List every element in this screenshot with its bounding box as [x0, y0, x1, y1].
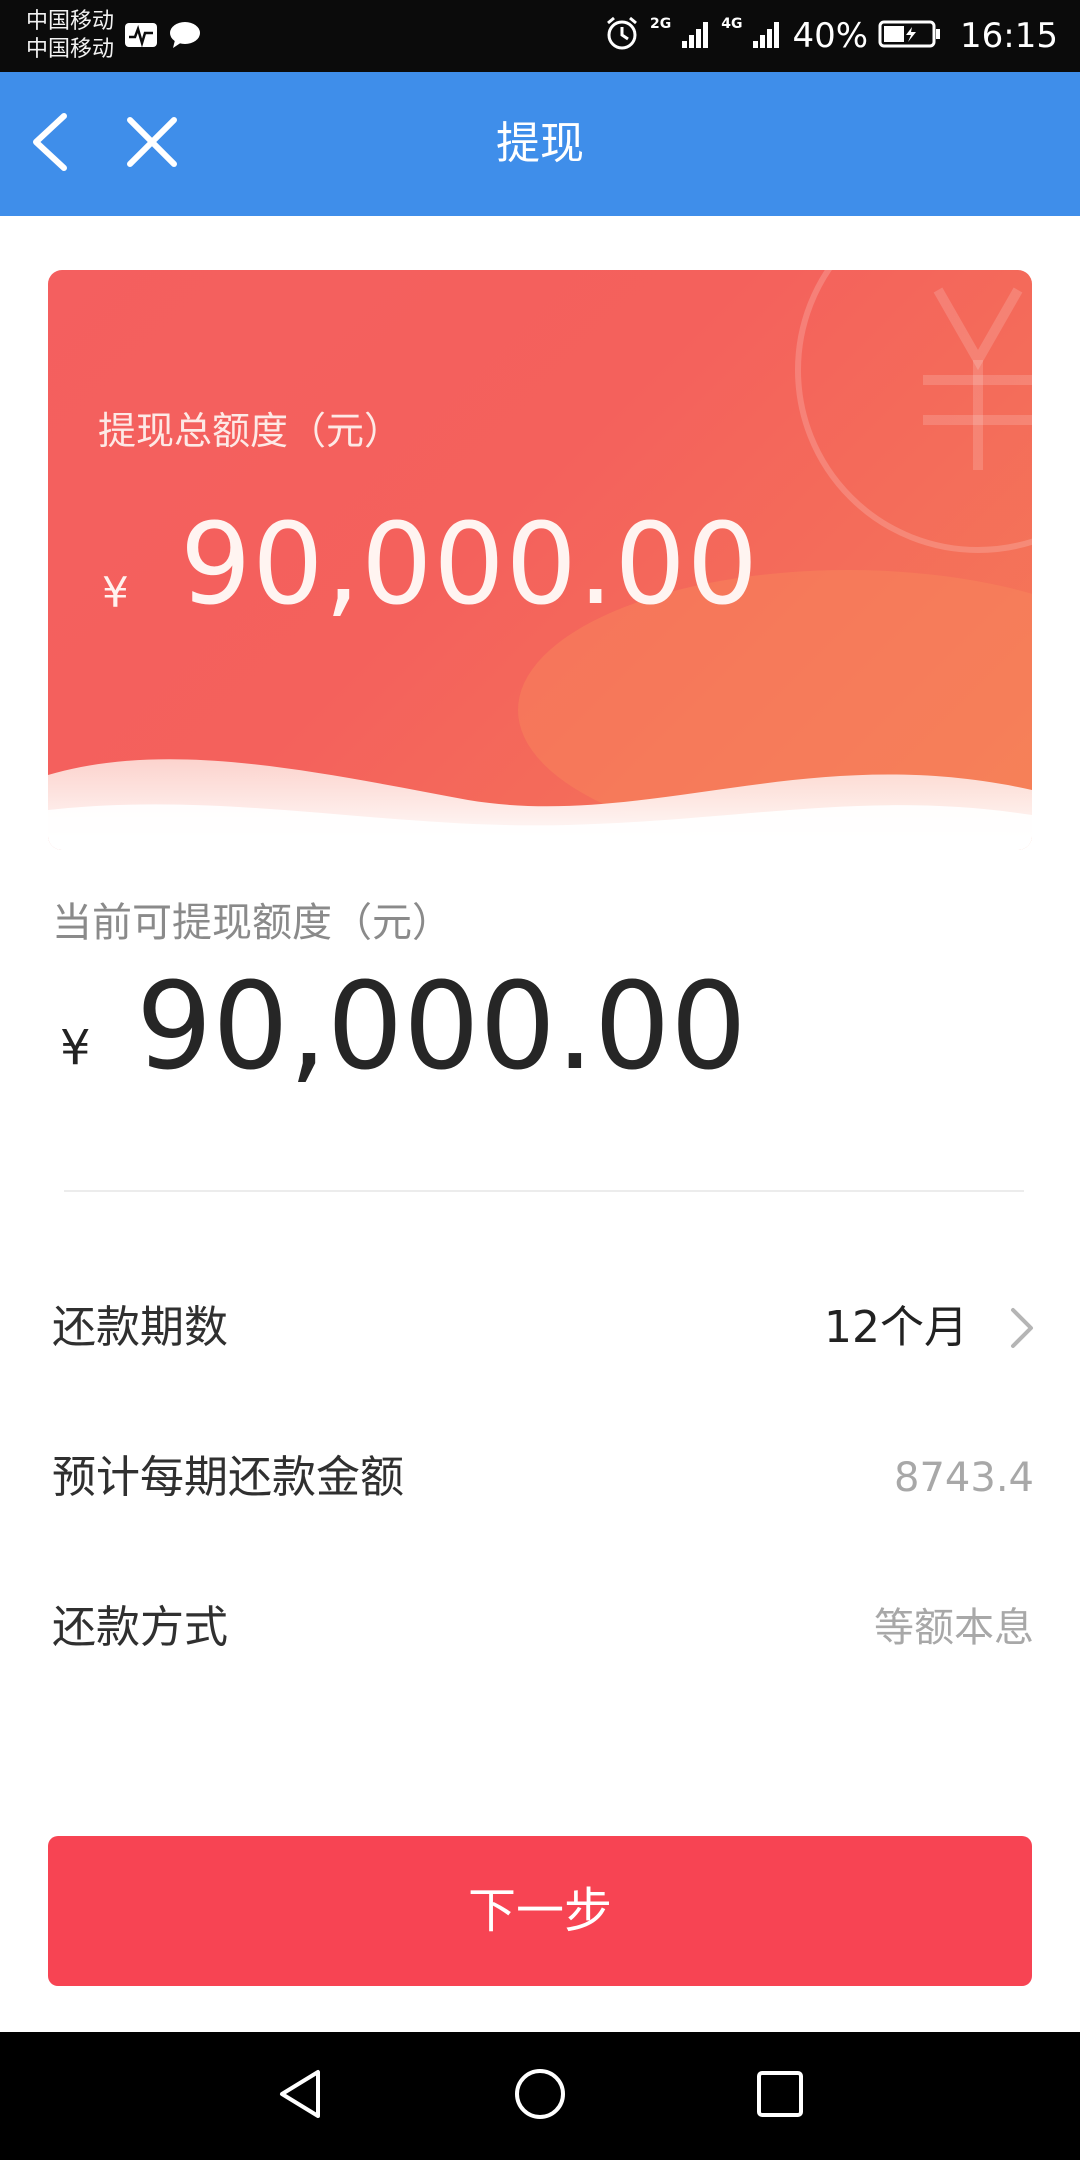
- repayment-method-row: 还款方式 等额本息: [0, 1568, 1080, 1688]
- divider: [64, 1190, 1024, 1192]
- nav-bar: 提现: [0, 72, 1080, 216]
- next-step-button[interactable]: 下一步: [48, 1836, 1032, 1986]
- repayment-term-label: 还款期数: [52, 1302, 228, 1353]
- repayment-term-row[interactable]: 还款期数 12个月: [0, 1268, 1080, 1388]
- system-recent-button[interactable]: [740, 2056, 820, 2136]
- repayment-method-label: 还款方式: [52, 1602, 228, 1653]
- signal-icon: [681, 19, 711, 53]
- clock-time: 16:15: [960, 16, 1058, 56]
- available-limit-amount: 90,000.00: [136, 958, 747, 1097]
- circle-home-icon: [512, 2066, 568, 2126]
- status-right: 2G 4G 40% 16:15: [604, 10, 1058, 62]
- available-limit-label: 当前可提现额度（元）: [52, 900, 452, 946]
- triangle-back-icon: [274, 2066, 326, 2126]
- installment-amount-value: 8743.4: [894, 1455, 1034, 1501]
- carrier-names: 中国移动 中国移动: [26, 8, 114, 64]
- repayment-method-value: 等额本息: [874, 1605, 1034, 1651]
- repayment-term-value: 12个月: [824, 1302, 968, 1353]
- installment-amount-label: 预计每期还款金额: [52, 1452, 404, 1503]
- square-recent-icon: [754, 2068, 806, 2124]
- system-back-button[interactable]: [260, 2056, 340, 2136]
- total-limit-card: 提现总额度（元） ¥ 90,000.00: [48, 270, 1032, 850]
- carrier-2: 中国移动: [26, 37, 115, 62]
- carrier-1: 中国移动: [26, 9, 115, 34]
- total-limit-amount: 90,000.00: [180, 500, 760, 630]
- available-limit-currency: ¥: [60, 1020, 91, 1076]
- battery-icon: [878, 19, 942, 53]
- status-left-icons: [124, 20, 202, 54]
- system-home-button[interactable]: [500, 2056, 580, 2136]
- total-limit-label: 提现总额度（元）: [98, 409, 403, 453]
- status-bar: 中国移动 中国移动 2G 4G 40% 16:15: [0, 0, 1080, 72]
- yuan-icon: [923, 287, 1032, 470]
- battery-percent: 40%: [792, 16, 869, 56]
- alarm-icon: [604, 16, 640, 56]
- signal-icon: [752, 19, 782, 53]
- network-1-label: 2G: [649, 16, 672, 32]
- page-title: 提现: [496, 118, 584, 169]
- system-nav-bar: [0, 2032, 1080, 2160]
- chevron-right-icon: [1008, 1306, 1036, 1354]
- total-limit-currency: ¥: [102, 568, 129, 617]
- activity-icon: [124, 20, 158, 54]
- chat-icon: [168, 20, 202, 54]
- network-2-label: 4G: [721, 16, 743, 32]
- installment-amount-row: 预计每期还款金额 8743.4: [0, 1418, 1080, 1538]
